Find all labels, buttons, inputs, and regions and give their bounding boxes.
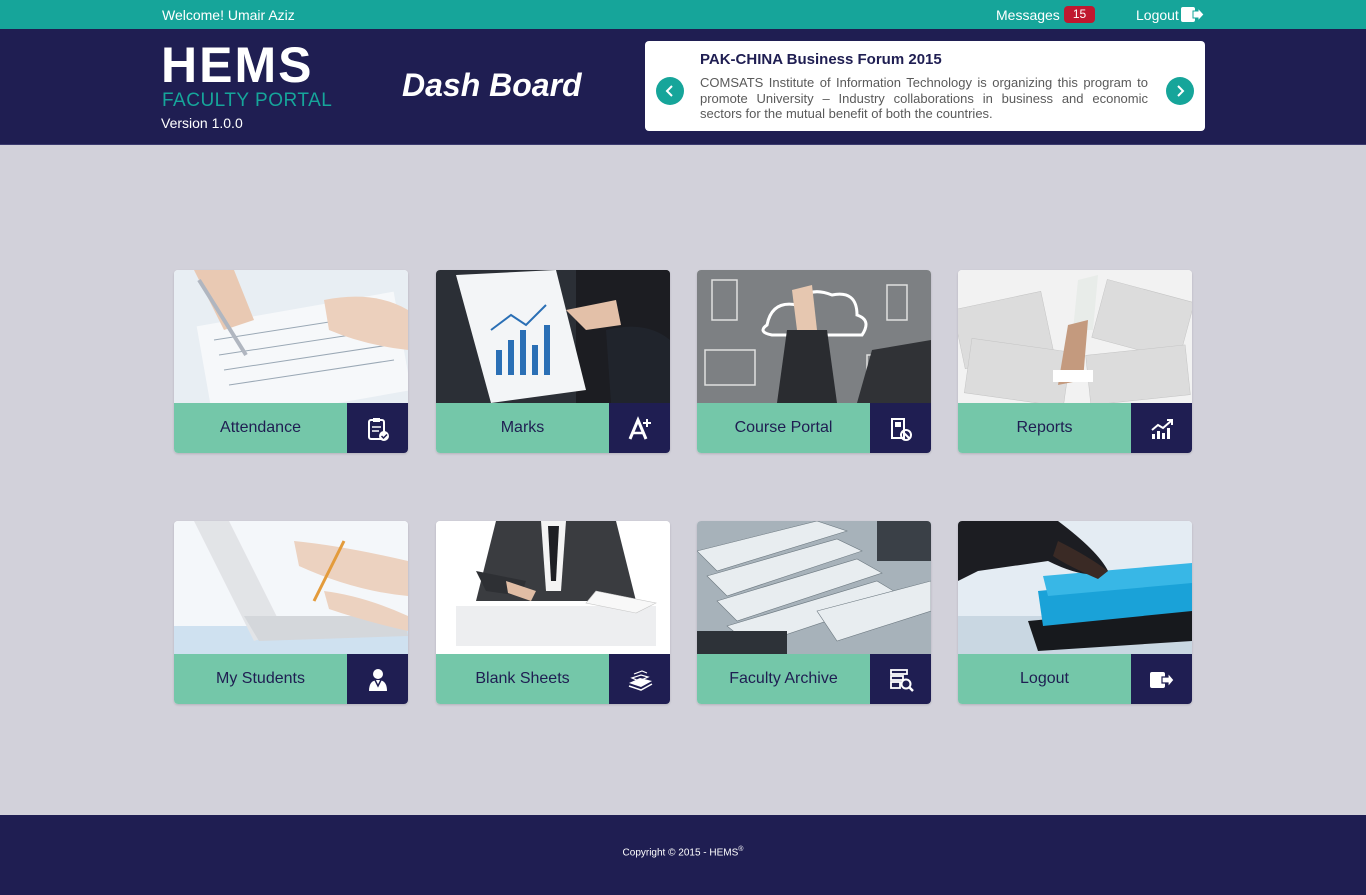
attendance-photo <box>174 270 408 403</box>
copyright-label: Copyright © 2015 - HEMS <box>622 847 739 859</box>
tile-label: My Students <box>174 654 347 704</box>
tile-faculty-archive[interactable]: Faculty Archive <box>697 521 931 704</box>
registered-mark: ® <box>738 846 744 853</box>
course-portal-photo <box>697 270 931 403</box>
tile-label: Faculty Archive <box>697 654 870 704</box>
footer: Copyright © 2015 - HEMS® <box>0 815 1366 895</box>
news-next-button[interactable] <box>1166 77 1194 105</box>
top-bar: Welcome! Umair Aziz Messages 15 Logout <box>0 0 1366 29</box>
paper-stack-icon <box>609 654 670 704</box>
reports-photo <box>958 270 1192 403</box>
marks-photo <box>436 270 670 403</box>
tile-label: Course Portal <box>697 403 870 453</box>
trend-chart-icon <box>1131 403 1192 453</box>
archive-search-icon <box>870 654 931 704</box>
news-title: PAK-CHINA Business Forum 2015 <box>700 51 942 68</box>
page-title: Dash Board <box>402 67 582 103</box>
tile-my-students[interactable]: My Students <box>174 521 408 704</box>
clipboard-check-icon <box>347 403 408 453</box>
tile-label: Blank Sheets <box>436 654 609 704</box>
logo-title: HEMS <box>161 37 314 93</box>
tile-blank-sheets[interactable]: Blank Sheets <box>436 521 670 704</box>
news-prev-button[interactable] <box>656 77 684 105</box>
version-text: Version 1.0.0 <box>161 115 243 131</box>
tile-marks[interactable]: Marks <box>436 270 670 453</box>
welcome-text: Welcome! Umair Aziz <box>162 7 295 23</box>
news-body: COMSATS Institute of Information Technol… <box>700 75 1148 121</box>
tile-reports[interactable]: Reports <box>958 270 1192 453</box>
chevron-left-icon <box>665 85 673 97</box>
tile-label: Marks <box>436 403 609 453</box>
tile-logout[interactable]: Logout <box>958 521 1192 704</box>
logout-photo <box>958 521 1192 654</box>
tile-attendance[interactable]: Attendance <box>174 270 408 453</box>
tile-course-portal[interactable]: Course Portal <box>697 270 931 453</box>
faculty-archive-photo <box>697 521 931 654</box>
header: HEMS FACULTY PORTAL Version 1.0.0 Dash B… <box>0 29 1366 145</box>
messages-link[interactable]: Messages <box>996 7 1060 23</box>
blank-sheets-photo <box>436 521 670 654</box>
logout-icon <box>1131 654 1192 704</box>
my-students-photo <box>174 521 408 654</box>
top-logout-link[interactable]: Logout <box>1136 7 1179 23</box>
chevron-right-icon <box>1177 85 1185 97</box>
messages-count-badge[interactable]: 15 <box>1064 6 1095 23</box>
tile-label: Reports <box>958 403 1131 453</box>
logo-subtitle: FACULTY PORTAL <box>162 90 333 111</box>
logout-icon[interactable] <box>1180 6 1205 23</box>
copyright-text: Copyright © 2015 - HEMS® <box>0 846 1366 858</box>
course-book-icon <box>870 403 931 453</box>
news-carousel: PAK-CHINA Business Forum 2015 COMSATS In… <box>645 41 1205 131</box>
grade-a-plus-icon <box>609 403 670 453</box>
tile-label: Attendance <box>174 403 347 453</box>
student-icon <box>347 654 408 704</box>
tile-label: Logout <box>958 654 1131 704</box>
